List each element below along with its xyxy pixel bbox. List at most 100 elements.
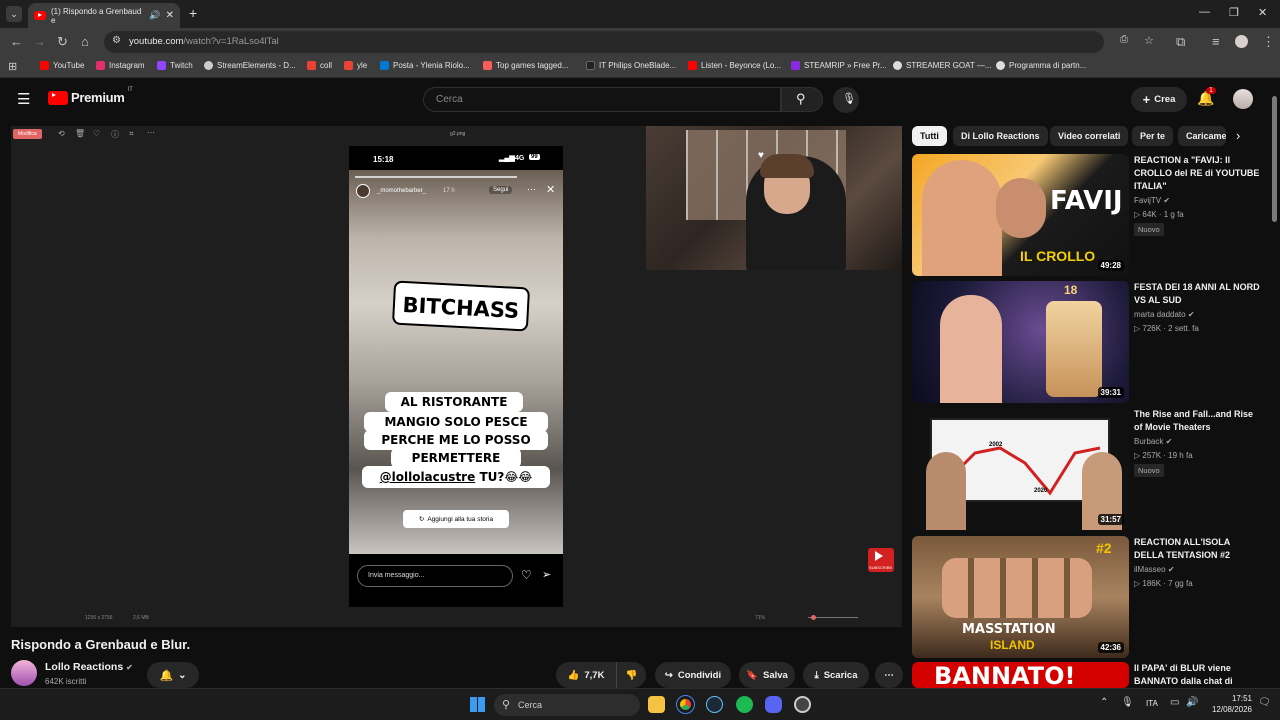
like-button[interactable]: 👍 7,7K [556,662,616,688]
notification-center-icon[interactable]: 🗨 [1258,697,1271,708]
subscribed-bell-button[interactable]: 🔔 ⌄ [147,662,199,688]
notifications-button[interactable]: 🔔 1 [1197,87,1216,107]
video-title[interactable]: The Rise and Fall...and Rise of Movie Th… [1134,408,1262,434]
voice-search-button[interactable]: 🎙 [833,87,859,113]
chip-for-you[interactable]: Per te [1132,126,1174,146]
video-title[interactable]: REACTION ALL'ISOLA DELLA TENTASION #2 [1134,536,1262,562]
clock[interactable]: 17:51 12/08/2026 [1208,693,1252,715]
chips-next-icon[interactable]: › [1236,128,1240,143]
home-icon[interactable]: ⌂ [81,34,89,49]
video-title[interactable]: FESTA DEI 18 ANNI AL NORD VS AL SUD [1134,281,1262,307]
channel-name-main[interactable]: Lollo Reactions ✔ [45,661,133,673]
bookmark-yle[interactable]: yle [344,61,367,70]
tab-search-icon[interactable]: ⌄ [6,6,22,22]
chip-all[interactable]: Tutti [912,126,947,146]
subscribe-text: SUBSCRIBE [869,565,893,570]
gmail-icon [307,61,316,70]
recommendation-item[interactable]: 18 39:31 FESTA DEI 18 ANNI AL NORD VS AL… [912,281,1272,403]
channel-name[interactable]: ilMasseo ✔ [1134,565,1175,574]
chrome-icon[interactable] [676,695,695,714]
bookmark-instagram[interactable]: Instagram [96,61,145,70]
more-actions-button[interactable]: ⋯ [875,662,903,688]
profile-avatar[interactable] [1235,35,1248,48]
recommendation-item[interactable]: 2002 2020 31:57 The Rise and Fall...and … [912,408,1272,530]
app-icon[interactable] [794,696,811,713]
youtube-logo[interactable]: Premium IT [48,87,133,105]
restore-icon[interactable]: ❐ [1229,6,1239,19]
tray-chevron-icon[interactable]: ⌃ [1100,697,1108,708]
bookmark-twitch[interactable]: Twitch [157,61,193,70]
bookmark-philips[interactable]: IT Philips OneBlade... [586,61,676,70]
dislike-button[interactable]: 👎 [616,662,646,688]
browser-menu-icon[interactable]: ⋮ [1262,34,1275,50]
subscribe-overlay[interactable]: SUBSCRIBE [868,548,894,572]
bookmark-coll[interactable]: coll [307,61,332,70]
minimize-icon[interactable]: — [1199,6,1210,18]
apps-grid-icon[interactable]: ⊞ [8,60,17,73]
create-button[interactable]: + Crea [1131,87,1187,112]
recommendation-item[interactable]: MASSTATION ISLAND #2 42:36 REACTION ALL'… [912,536,1272,658]
channel-name[interactable]: Burback ✔ [1134,437,1172,446]
speaker-icon[interactable]: 🔊 [149,10,160,21]
address-bar[interactable]: ⚙ youtube.com/watch?v=1RaLso4lTal ⎙ ☆ [104,31,1154,53]
channel-avatar[interactable] [11,660,37,686]
bookmark-programma[interactable]: Programma di partn... [996,61,1086,70]
video-thumbnail[interactable]: 18 39:31 [912,281,1129,403]
new-tab-button[interactable]: + [189,5,197,21]
recommendation-item[interactable]: FAVIJ IL CROLLO 49:28 REACTION a "FAVIJ:… [912,154,1272,276]
recommendation-item[interactable]: BANNATO! Il PAPA' di BLUR viene BANNATO … [912,662,1272,688]
chip-uploads[interactable]: Caricame [1178,126,1226,146]
close-tab-icon[interactable]: ✕ [166,10,174,21]
file-name: g2.png [450,131,466,137]
video-thumbnail[interactable]: MASSTATION ISLAND #2 42:36 [912,536,1129,658]
search-button[interactable]: ⚲ [781,87,823,112]
extensions-icon[interactable]: ⧉ [1176,34,1185,50]
volume-icon[interactable]: 🔊 [1186,697,1198,708]
back-icon[interactable]: ← [10,34,23,49]
media-control-icon[interactable]: ≡ [1212,34,1220,49]
bookmark-steamrip[interactable]: STEAMRIP » Free Pr... [791,61,887,70]
chip-related[interactable]: Video correlati [1050,126,1129,146]
bookmark-posta[interactable]: Posta - Ylenia Riolo... [380,61,470,70]
thumb-text: BANNATO! [934,662,1076,688]
video-title[interactable]: REACTION a "FAVIJ: Il CROLLO del RE di Y… [1134,154,1262,193]
reload-icon[interactable]: ↻ [57,34,68,50]
discord-icon[interactable] [765,696,782,713]
spotify-icon[interactable] [736,696,753,713]
page-scrollbar[interactable] [1270,82,1278,688]
bookmark-streamer-goat[interactable]: STREAMER GOAT —... [893,61,992,70]
browser-tab[interactable]: (1) Rispondo a Grenbaud e 🔊 ✕ [28,3,180,28]
story-close-icon: ✕ [546,184,556,196]
install-icon[interactable]: ⎙ [1120,34,1128,45]
channel-name[interactable]: FavijTV ✔ [1134,196,1170,205]
account-avatar[interactable] [1233,89,1253,109]
download-button[interactable]: ⤓ Scarica [803,662,869,688]
steam-icon[interactable] [706,696,723,713]
site-info-icon[interactable]: ⚙ [112,35,121,46]
share-button[interactable]: ↪ Condividi [655,662,731,688]
bookmark-listen[interactable]: Listen - Beyonce (Lo... [688,61,781,70]
video-thumbnail[interactable]: FAVIJ IL CROLLO 49:28 [912,154,1129,276]
language-indicator[interactable]: ITA [1146,699,1158,708]
video-thumbnail[interactable]: BANNATO! [912,662,1129,688]
network-icon[interactable]: ▭ [1170,697,1179,708]
channel-name[interactable]: marta daddato ✔ [1134,310,1195,319]
windows-start-icon[interactable] [470,697,485,712]
forward-icon[interactable]: → [33,34,46,49]
tray-mic-icon[interactable]: 🎙 [1121,697,1134,708]
search-input[interactable]: Cerca [423,87,781,112]
video-thumbnail[interactable]: 2002 2020 31:57 [912,408,1129,530]
video-title[interactable]: Il PAPA' di BLUR viene BANNATO dalla cha… [1134,662,1262,688]
bookmark-youtube[interactable]: YouTube [40,61,84,70]
bookmark-streamelements[interactable]: StreamElements - D... [204,61,296,70]
save-button[interactable]: 🔖 Salva [739,662,795,688]
taskbar-search[interactable]: ⚲ Cerca [494,694,640,716]
close-window-icon[interactable]: ✕ [1258,6,1267,19]
youtube-icon [688,61,697,70]
bookmark-top-games[interactable]: Top games tagged... [483,61,569,70]
bookmark-star-icon[interactable]: ☆ [1144,34,1154,47]
scrollbar-thumb[interactable] [1272,96,1277,222]
file-explorer-icon[interactable] [648,696,665,713]
chip-from-channel[interactable]: Di Lollo Reactions [953,126,1048,146]
hamburger-menu-icon[interactable]: ☰ [17,90,30,108]
